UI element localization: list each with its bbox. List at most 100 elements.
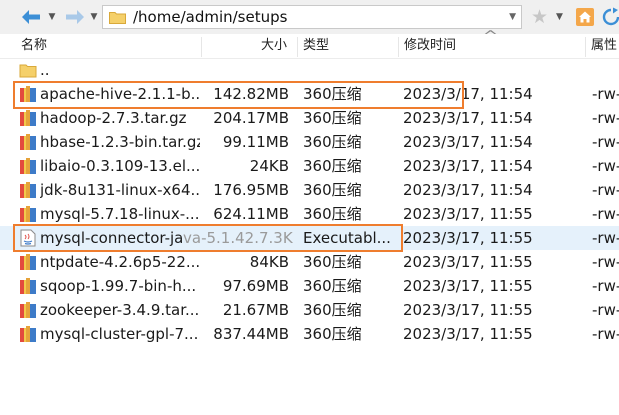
file-name: sqoop-1.99.7-bin-h...	[40, 277, 197, 295]
file-attrs: -rw-	[592, 325, 619, 343]
current-path: /home/admin/setups	[133, 8, 288, 26]
file-attrs: -rw-	[592, 205, 619, 223]
file-row-selected[interactable]: mysql-connector-ja... va-5.1.42.7.3KB ja…	[0, 226, 619, 250]
file-attrs: -rw-	[592, 301, 619, 319]
file-modified: 2023/3/17, 11:55	[403, 205, 533, 223]
column-divider[interactable]	[398, 37, 399, 57]
archive-icon	[20, 158, 36, 174]
file-attrs: -rw-	[592, 229, 619, 247]
sort-ascending-icon: ^	[482, 29, 499, 44]
file-name: hadoop-2.7.3.tar.gz	[40, 109, 187, 127]
column-size[interactable]: 大小	[261, 34, 287, 58]
file-type: 360压缩	[303, 181, 362, 199]
folder-icon	[19, 64, 37, 78]
file-size: 97.69MB	[222, 277, 289, 295]
file-name: ntpdate-4.2.6p5-22....	[40, 253, 200, 271]
file-size: 837.44MB	[213, 325, 289, 343]
file-attrs: -rw-	[592, 85, 619, 103]
archive-icon	[20, 134, 36, 150]
file-type: 360压缩	[303, 133, 362, 151]
back-icon[interactable]	[16, 0, 46, 34]
archive-icon	[20, 302, 36, 318]
file-name: mysql-connector-ja...	[40, 229, 185, 247]
file-size: 142.82MB	[213, 85, 289, 103]
file-name: mysql-5.7.18-linux-...	[40, 205, 200, 223]
archive-icon	[20, 86, 36, 102]
column-header: 名称 大小 类型 修改时间 ^ 属性	[0, 29, 619, 59]
file-name: libaio-0.3.109-13.el...	[40, 157, 200, 175]
parent-dir-row[interactable]: ..	[0, 58, 619, 82]
file-size: 176.95MB	[213, 181, 289, 199]
file-attrs: -rw-	[592, 133, 619, 151]
archive-icon	[20, 182, 36, 198]
file-name: ..	[40, 61, 50, 79]
file-type: 360压缩	[303, 253, 362, 271]
bookmark-dropdown-icon[interactable]: ▼	[556, 0, 563, 34]
archive-icon	[20, 206, 36, 222]
file-row[interactable]: jdk-8u131-linux-x64... 176.95MB 360压缩 20…	[0, 178, 619, 202]
file-name: apache-hive-2.1.1-b...	[40, 85, 200, 103]
column-modified[interactable]: 修改时间	[404, 34, 456, 58]
column-attrs[interactable]: 属性	[591, 34, 617, 58]
archive-icon	[20, 278, 36, 294]
forward-dropdown-icon[interactable]: ▼	[88, 0, 100, 34]
refresh-icon[interactable]	[601, 7, 619, 27]
file-modified: 2023/3/17, 11:55	[403, 229, 533, 247]
column-name[interactable]: 名称	[21, 34, 47, 58]
file-row[interactable]: ntpdate-4.2.6p5-22.... 84KB 360压缩 2023/3…	[0, 250, 619, 274]
archive-icon	[20, 110, 36, 126]
file-row[interactable]: mysql-5.7.18-linux-... 624.11MB 360压缩 20…	[0, 202, 619, 226]
file-row[interactable]: zookeeper-3.4.9.tar.... 21.67MB 360压缩 20…	[0, 298, 619, 322]
file-attrs: -rw-	[592, 181, 619, 199]
address-toolbar: ▼ ▼ /home/admin/setups ▼ ★ ▼	[0, 0, 619, 35]
file-name: jdk-8u131-linux-x64...	[40, 181, 200, 199]
file-size: 624.11MB	[213, 205, 289, 223]
file-modified: 2023/3/17, 11:55	[403, 325, 533, 343]
archive-icon	[20, 326, 36, 342]
file-name: mysql-cluster-gpl-7....	[40, 325, 200, 343]
home-icon[interactable]	[575, 7, 595, 27]
file-modified: 2023/3/17, 11:55	[403, 301, 533, 319]
file-modified: 2023/3/17, 11:55	[403, 253, 533, 271]
back-dropdown-icon[interactable]: ▼	[46, 0, 58, 34]
file-modified: 2023/3/17, 11:54	[403, 157, 533, 175]
drag-ghost-text: va-5.1.42.7.3KB jar	[183, 229, 293, 247]
file-type: 360压缩	[303, 277, 362, 295]
file-modified: 2023/3/17, 11:54	[403, 133, 533, 151]
file-modified: 2023/3/17, 11:54	[403, 109, 533, 127]
file-size: 21.67MB	[222, 301, 289, 319]
file-attrs: -rw-	[592, 109, 619, 127]
file-attrs: -rw-	[592, 157, 619, 175]
column-divider[interactable]	[201, 37, 202, 57]
file-type: 360压缩	[303, 85, 362, 103]
file-size: 84KB	[249, 253, 289, 271]
path-field[interactable]: /home/admin/setups ▼	[102, 5, 522, 29]
file-type: 360压缩	[303, 325, 362, 343]
path-dropdown-icon[interactable]: ▼	[509, 6, 516, 28]
file-row[interactable]: mysql-cluster-gpl-7.... 837.44MB 360压缩 2…	[0, 322, 619, 346]
column-divider[interactable]	[585, 37, 586, 57]
file-type: 360压缩	[303, 157, 362, 175]
file-type: Executabl...	[303, 229, 391, 247]
file-modified: 2023/3/17, 11:55	[403, 277, 533, 295]
file-name: hbase-1.2.3-bin.tar.gz	[40, 133, 200, 151]
file-size: 24KB	[249, 157, 289, 175]
file-size: 204.17MB	[213, 109, 289, 127]
file-row[interactable]: sqoop-1.99.7-bin-h... 97.69MB 360压缩 2023…	[0, 274, 619, 298]
file-attrs: -rw-	[592, 277, 619, 295]
star-icon[interactable]: ★	[531, 0, 548, 34]
file-type: 360压缩	[303, 301, 362, 319]
file-row[interactable]: apache-hive-2.1.1-b... 142.82MB 360压缩 20…	[0, 82, 619, 106]
column-type[interactable]: 类型	[303, 34, 329, 58]
forward-icon[interactable]	[60, 0, 90, 34]
file-name: zookeeper-3.4.9.tar....	[40, 301, 200, 319]
file-row[interactable]: libaio-0.3.109-13.el... 24KB 360压缩 2023/…	[0, 154, 619, 178]
file-size: 99.11MB	[222, 133, 289, 151]
column-divider[interactable]	[297, 37, 298, 57]
file-modified: 2023/3/17, 11:54	[403, 85, 533, 103]
file-row[interactable]: hadoop-2.7.3.tar.gz 204.17MB 360压缩 2023/…	[0, 106, 619, 130]
java-icon	[20, 229, 36, 247]
file-type: 360压缩	[303, 109, 362, 127]
file-row[interactable]: hbase-1.2.3-bin.tar.gz 99.11MB 360压缩 202…	[0, 130, 619, 154]
folder-icon	[109, 12, 126, 24]
